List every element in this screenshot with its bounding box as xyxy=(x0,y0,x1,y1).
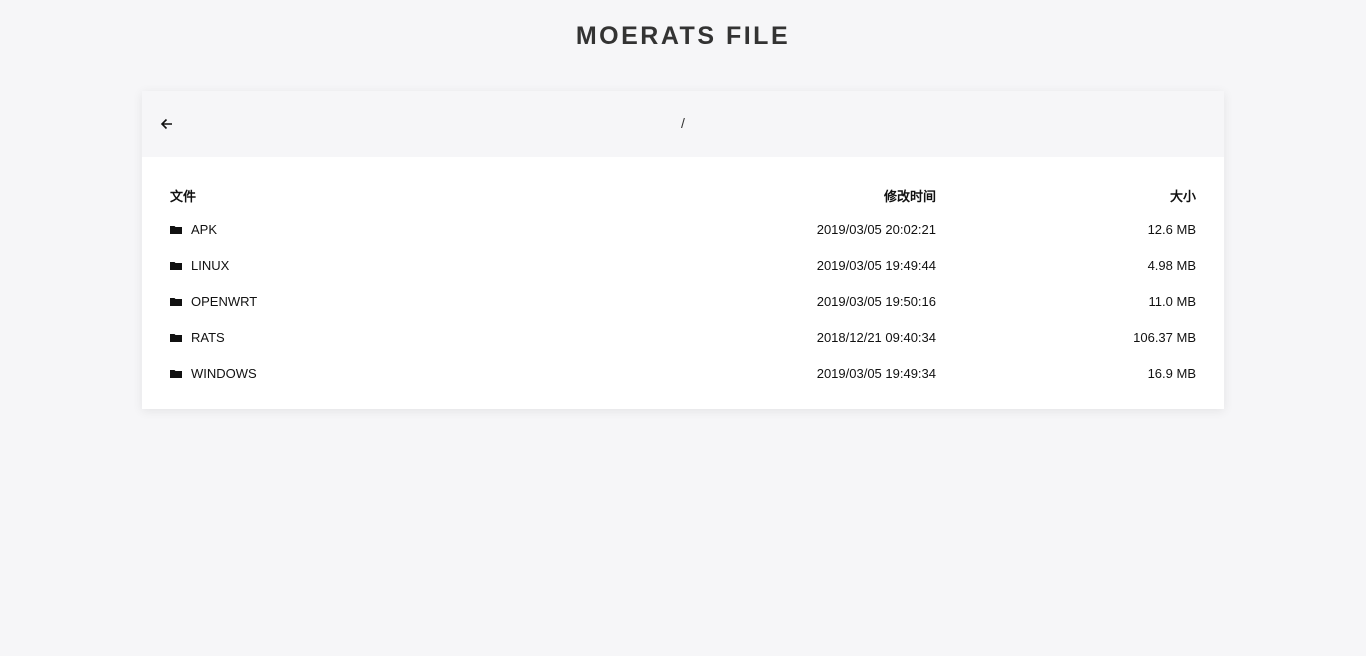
file-name-link[interactable]: RATS xyxy=(191,330,225,345)
file-name-link[interactable]: WINDOWS xyxy=(191,366,257,381)
table-row[interactable]: LINUX 2019/03/05 19:49:44 4.98 MB xyxy=(170,256,1196,276)
file-size: 12.6 MB xyxy=(1147,222,1196,237)
file-name-link[interactable]: APK xyxy=(191,222,217,237)
table-header: 文件 修改时间 大小 xyxy=(170,184,1196,204)
folder-icon xyxy=(170,370,182,378)
column-size[interactable]: 大小 xyxy=(1170,186,1196,205)
modified-time: 2019/03/05 19:50:16 xyxy=(816,294,936,309)
table-row[interactable]: OPENWRT 2019/03/05 19:50:16 11.0 MB xyxy=(170,292,1196,312)
modified-time: 2019/03/05 19:49:44 xyxy=(816,258,936,273)
file-size: 16.9 MB xyxy=(1147,366,1196,381)
column-name[interactable]: 文件 xyxy=(170,186,196,205)
folder-icon xyxy=(170,226,182,234)
modified-time: 2019/03/05 19:49:34 xyxy=(816,366,936,381)
table-row[interactable]: WINDOWS 2019/03/05 19:49:34 16.9 MB xyxy=(170,364,1196,384)
folder-icon xyxy=(170,334,182,342)
file-name-link[interactable]: LINUX xyxy=(191,258,229,273)
file-name-link[interactable]: OPENWRT xyxy=(191,294,257,309)
current-path: / xyxy=(681,115,685,131)
path-header: / xyxy=(142,91,1224,157)
file-size: 4.98 MB xyxy=(1147,258,1196,273)
table-row[interactable]: RATS 2018/12/21 09:40:34 106.37 MB xyxy=(170,328,1196,348)
table-row[interactable]: APK 2019/03/05 20:02:21 12.6 MB xyxy=(170,220,1196,240)
column-modified[interactable]: 修改时间 xyxy=(884,186,936,205)
modified-time: 2019/03/05 20:02:21 xyxy=(816,222,936,237)
file-size: 106.37 MB xyxy=(1133,330,1196,345)
file-size: 11.0 MB xyxy=(1148,294,1196,309)
folder-icon xyxy=(170,262,182,270)
folder-icon xyxy=(170,298,182,306)
page-title: MOERATS FILE xyxy=(575,22,791,50)
modified-time: 2018/12/21 09:40:34 xyxy=(816,330,936,345)
file-list-card: / 文件 修改时间 大小 APK 2019/03/05 20:02:21 12.… xyxy=(142,91,1224,409)
